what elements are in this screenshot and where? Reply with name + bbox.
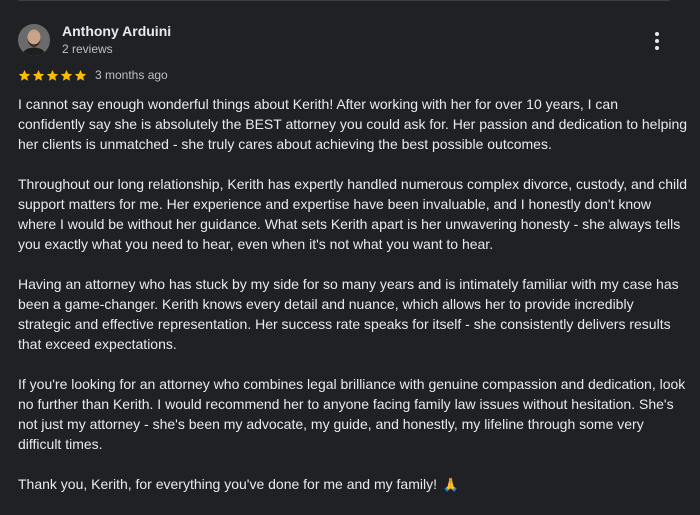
reviewer-review-count: 2 reviews: [62, 42, 113, 56]
star-icon: [60, 69, 73, 81]
review-paragraph: I cannot say enough wonderful things abo…: [18, 96, 688, 152]
review-closing-text: Thank you, Kerith, for everything you've…: [18, 476, 437, 492]
star-icon: [74, 69, 87, 81]
folded-hands-icon: 🙏: [442, 477, 460, 492]
reviewer-name[interactable]: Anthony Arduini: [62, 22, 171, 40]
more-vertical-icon: [655, 32, 659, 36]
review-paragraph: If you're looking for an attorney who co…: [18, 376, 686, 452]
more-vertical-icon-dot: [655, 46, 659, 50]
star-icon: [18, 69, 31, 81]
top-divider: [18, 0, 670, 1]
reviewer-avatar[interactable]: [18, 23, 50, 56]
rating-row: 3 months ago: [18, 67, 168, 83]
review-closing-paragraph: Thank you, Kerith, for everything you've…: [18, 474, 688, 495]
more-vertical-icon-dot: [655, 39, 659, 43]
person-avatar-icon: [18, 23, 50, 56]
reviewer-info: Anthony Arduini 2 reviews: [62, 22, 171, 57]
star-rating: [18, 69, 87, 82]
review-paragraph: Throughout our long relationship, Kerith…: [18, 176, 688, 252]
more-options-button[interactable]: [645, 28, 669, 54]
review-paragraph: Having an attorney who has stuck by my s…: [18, 276, 679, 352]
star-icon: [46, 69, 59, 81]
review-date: 3 months ago: [95, 68, 168, 82]
review-text: I cannot say enough wonderful things abo…: [18, 94, 688, 515]
review-header: Anthony Arduini 2 reviews: [18, 22, 171, 57]
star-icon: [32, 69, 45, 81]
